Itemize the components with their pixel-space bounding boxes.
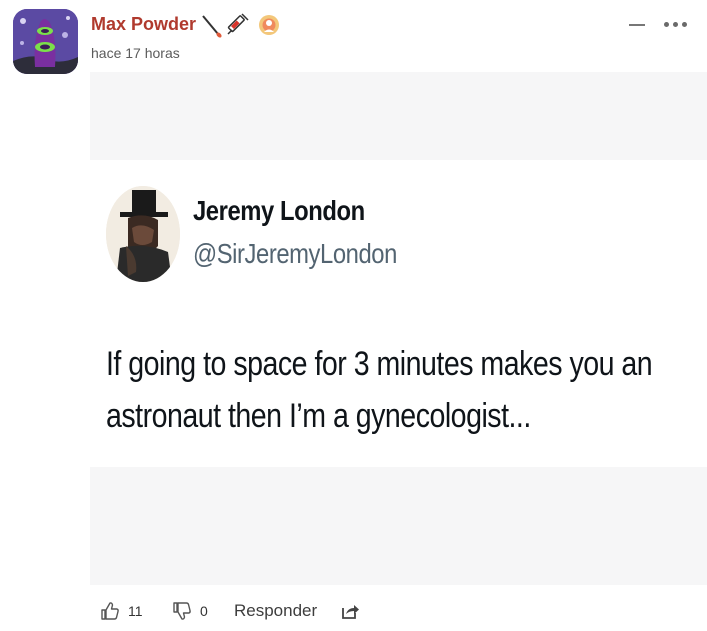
comment-timestamp: hace 17 horas: [91, 45, 180, 61]
more-options-button[interactable]: [662, 12, 692, 36]
share-icon: [342, 605, 359, 619]
thumbs-up-icon: [101, 602, 119, 620]
tweet-text: If going to space for 3 minutes makes yo…: [106, 345, 653, 435]
flair-award-badge-icon: [256, 12, 282, 38]
user-avatar[interactable]: [13, 9, 78, 74]
tweet-author-name: Jeremy London: [193, 195, 365, 226]
dot-icon: [682, 22, 687, 27]
dot-icon: [673, 22, 678, 27]
tweet-author-handle: @SirJeremyLondon: [193, 238, 397, 269]
top-hat-person-icon: [106, 186, 180, 282]
author-name[interactable]: Max Powder: [91, 14, 196, 35]
dot-icon: [664, 22, 669, 27]
image-padding-top: [90, 72, 707, 160]
flair-swab-icon: [200, 12, 224, 38]
image-padding-bottom: [90, 467, 707, 585]
like-count: 11: [128, 603, 143, 619]
like-button[interactable]: 11: [100, 598, 143, 624]
share-button[interactable]: [340, 598, 360, 624]
collapse-button[interactable]: [627, 12, 647, 36]
reply-label: Responder: [234, 601, 318, 620]
flair-syringe-icon: [224, 12, 250, 38]
reply-button[interactable]: Responder: [234, 598, 317, 624]
dislike-count: 0: [200, 603, 208, 619]
embedded-tweet-image[interactable]: Jeremy London @SirJeremyLondon If going …: [90, 72, 707, 585]
dislike-button[interactable]: 0: [172, 598, 208, 624]
thumbs-down-icon: [173, 602, 191, 620]
tentacle-avatar-icon: [13, 9, 78, 74]
tweet-author-avatar: [106, 186, 180, 282]
